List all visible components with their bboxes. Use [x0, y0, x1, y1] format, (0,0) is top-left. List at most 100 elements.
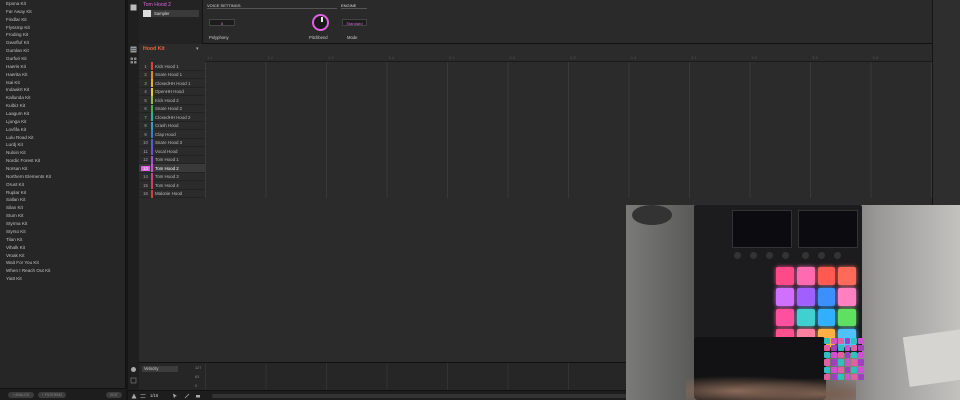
- step-size[interactable]: 1/16: [150, 393, 158, 398]
- velocity-max: 127: [195, 366, 202, 370]
- kit-list-item[interactable]: Stum Kit: [0, 212, 126, 220]
- select-tool-icon[interactable]: [172, 393, 178, 399]
- sound-row[interactable]: 8 Crash Hood: [139, 121, 205, 130]
- kit-list-item[interactable]: Kulbiz Kit: [0, 102, 126, 110]
- kit-list-item[interactable]: Styrma Kit: [0, 220, 126, 228]
- sound-row[interactable]: 2 Snare Hood 1: [139, 70, 205, 79]
- kit-list-item[interactable]: Lurdj Kit: [0, 141, 126, 149]
- plugin-selector[interactable]: Sampler: [151, 10, 199, 17]
- event-grid[interactable]: [205, 62, 932, 198]
- kit-list-item[interactable]: Gurfuri Kit: [0, 55, 126, 63]
- kit-list-item[interactable]: When I Reach Out Kit: [0, 267, 126, 275]
- kit-list-item[interactable]: Flyssmp Kit: [0, 24, 126, 32]
- footprint-icon[interactable]: [130, 366, 137, 373]
- sound-row[interactable]: 13 Tom Hood 2: [139, 164, 205, 173]
- kit-list-item[interactable]: Nuloin Kit: [0, 149, 126, 157]
- device-knob: [818, 252, 825, 259]
- kit-list-item[interactable]: Lulu Road Kit: [0, 134, 126, 142]
- kit-list-item[interactable]: Gearfluf Kit: [0, 39, 126, 47]
- kit-list-item[interactable]: Haeris Kit: [0, 63, 126, 71]
- pad-grid: [776, 267, 856, 347]
- analog-filter-button[interactable]: + ANALOG: [8, 392, 34, 398]
- sound-name[interactable]: Tom Hood 2: [143, 2, 171, 8]
- kit-list-item[interactable]: Lovfifa Kit: [0, 126, 126, 134]
- kit-list-item[interactable]: Nordic Forest Kit: [0, 157, 126, 165]
- sound-slot-name: ClosedHH Hood 1: [155, 80, 191, 86]
- sound-row[interactable]: 12 Tom Hood 1: [139, 155, 205, 164]
- sound-row[interactable]: 11 Vocal Hood: [139, 147, 205, 156]
- sound-color-swatch: [151, 121, 153, 130]
- sound-row[interactable]: 7 ClosedHH Hood 2: [139, 113, 205, 122]
- plugin-icon[interactable]: [130, 4, 137, 11]
- mini-pad: [830, 352, 837, 359]
- sound-row[interactable]: 4 OpenHH Hood: [139, 87, 205, 96]
- chevron-down-icon[interactable]: ▾: [196, 46, 199, 52]
- kit-list-item[interactable]: Ruplar Kit: [0, 189, 126, 197]
- pitchbend-knob[interactable]: [312, 14, 329, 31]
- kit-list-item[interactable]: Ljunga Kit: [0, 118, 126, 126]
- sound-slot-number: 9: [144, 131, 147, 137]
- kit-list-item[interactable]: Epona Kit: [0, 0, 126, 8]
- mini-pad: [837, 366, 844, 373]
- device-pad: [796, 267, 815, 285]
- kit-list-item[interactable]: Isai Kit: [0, 79, 126, 87]
- kit-list-item[interactable]: Tilan Kit: [0, 236, 126, 244]
- sound-row[interactable]: 5 Kick Hood 2: [139, 96, 205, 105]
- device-pad: [796, 308, 815, 327]
- grid-lines-icon[interactable]: [140, 393, 146, 399]
- kit-list-item[interactable]: Northern Elements Kit: [0, 173, 126, 181]
- sound-row[interactable]: 9 Clap Hood: [139, 130, 205, 139]
- kit-list-item[interactable]: Far Away Kit: [0, 8, 126, 16]
- sound-row[interactable]: 1 Kick Hood 1: [139, 62, 205, 71]
- pencil-icon[interactable]: [184, 393, 190, 399]
- mini-pad: [824, 352, 830, 359]
- kit-list-item[interactable]: Vroak Kit: [0, 252, 126, 260]
- kit-list-item[interactable]: Gumlan Kit: [0, 47, 126, 55]
- sound-slot-name: Tom Hood 2: [155, 165, 179, 171]
- kit-list-item[interactable]: Orust Kit: [0, 181, 126, 189]
- timeline-ruler[interactable]: 1.1 1.2 1.3 1.4 2.1 2.2 2.3 2.4 3.1 3.2 3.3 3.4: [205, 54, 932, 62]
- sound-row[interactable]: 14 Tom Hood 3: [139, 172, 205, 181]
- sound-slot-number: 12: [143, 157, 148, 162]
- sound-row[interactable]: 15 Tom Hood 4: [139, 181, 205, 190]
- eraser-icon[interactable]: [195, 393, 201, 399]
- sound-slot-name: Crash Hood: [155, 123, 179, 128]
- kit-list-item[interactable]: Laagum Kit: [0, 110, 126, 118]
- kit-list-item[interactable]: Vihalk Kit: [0, 244, 126, 252]
- kit-list-item[interactable]: Norsan Kit: [0, 165, 126, 173]
- velocity-selector[interactable]: Velocity: [142, 366, 178, 372]
- sound-slot-number: 16: [143, 191, 148, 196]
- kit-list-item[interactable]: Styrso Kit: [0, 228, 126, 236]
- kit-list-item[interactable]: Indaakrt Kit: [0, 86, 126, 94]
- ruler-mark: 2.1: [449, 55, 455, 60]
- edit-button[interactable]: EDIT: [106, 392, 122, 398]
- filtering-button[interactable]: + FILTERING: [38, 392, 66, 398]
- kit-list-item[interactable]: Kallunda Kit: [0, 94, 126, 102]
- list-view-icon[interactable]: [130, 46, 137, 53]
- kit-list-item[interactable]: Yiatt Kit: [0, 275, 126, 283]
- mini-pad: [851, 359, 858, 366]
- polyphony-value[interactable]: 8: [209, 19, 235, 26]
- sound-row[interactable]: 10 Snare Hood 3: [139, 138, 205, 147]
- grid-view-icon[interactable]: [130, 57, 137, 64]
- sound-color-swatch: [151, 189, 153, 198]
- group-name[interactable]: Hood Kit: [143, 46, 165, 52]
- kit-list-item[interactable]: Sallan Kit: [0, 196, 126, 204]
- sound-row[interactable]: 6 Snare Hood 2: [139, 104, 205, 113]
- mode-value[interactable]: Standard: [342, 19, 367, 26]
- device-knob: [766, 252, 773, 259]
- mini-pad: [851, 345, 858, 352]
- kit-list-item[interactable]: Findlar Kit: [0, 16, 126, 24]
- kit-list-item[interactable]: Silan Kit: [0, 204, 126, 212]
- velocity-min: 0: [195, 384, 198, 388]
- sound-row[interactable]: 16 Malonie Hood: [139, 189, 205, 198]
- kit-list-item[interactable]: Wait For You Kit: [0, 259, 126, 267]
- sound-row[interactable]: 3 ClosedHH Hood 1: [139, 79, 205, 88]
- device-knob: [802, 252, 809, 259]
- triangle-up-icon[interactable]: [131, 393, 137, 399]
- sound-slot-name: Tom Hood 1: [155, 157, 179, 162]
- kit-list-item[interactable]: Haerita Kit: [0, 71, 126, 79]
- kit-list-item[interactable]: Froding Kit: [0, 31, 126, 39]
- lane-view-icon[interactable]: [130, 377, 137, 384]
- device-screen-right: [798, 210, 858, 248]
